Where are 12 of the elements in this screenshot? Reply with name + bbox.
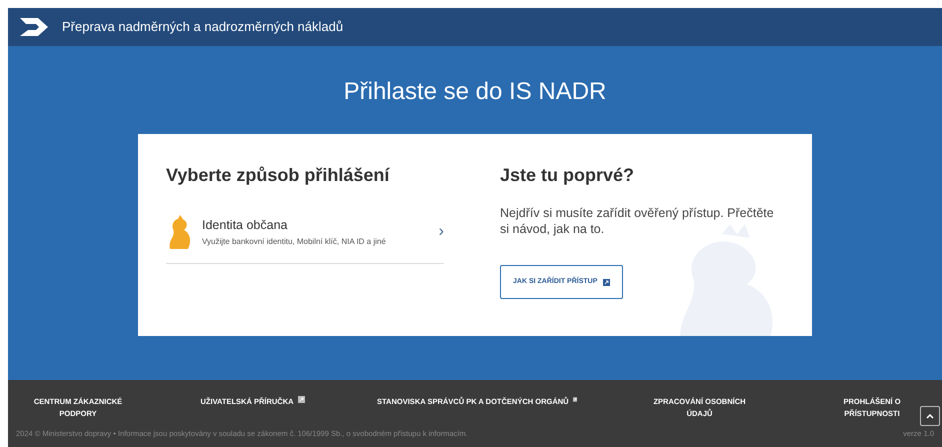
method-description: Využijte bankovní identitu, Mobilní klíč, NIA ID a jiné <box>202 236 387 248</box>
chevron-up-icon <box>926 414 934 418</box>
page-title: Přihlaste se do IS NADR <box>344 77 606 107</box>
section-heading: Jste tu poprvé? <box>500 164 636 187</box>
scroll-top-button[interactable] <box>920 406 940 426</box>
login-method-item[interactable]: Identita občana Využijte bankovní identitu, Mobilní klíč, NIA ID a jiné › <box>166 215 444 264</box>
section-heading: Vyberte způsob přihlášení <box>166 164 391 187</box>
logo-icon <box>20 18 50 36</box>
instruction-text: Nejdřív si musíte zařídit ověřený přístup. Přečtěte si návod, jak na to. <box>500 205 775 237</box>
method-name: Identita občana <box>202 216 288 234</box>
header-title: Přeprava nadměrných a nadrozměrných nákladů <box>62 18 344 36</box>
chevron-right-icon: › <box>438 220 444 244</box>
